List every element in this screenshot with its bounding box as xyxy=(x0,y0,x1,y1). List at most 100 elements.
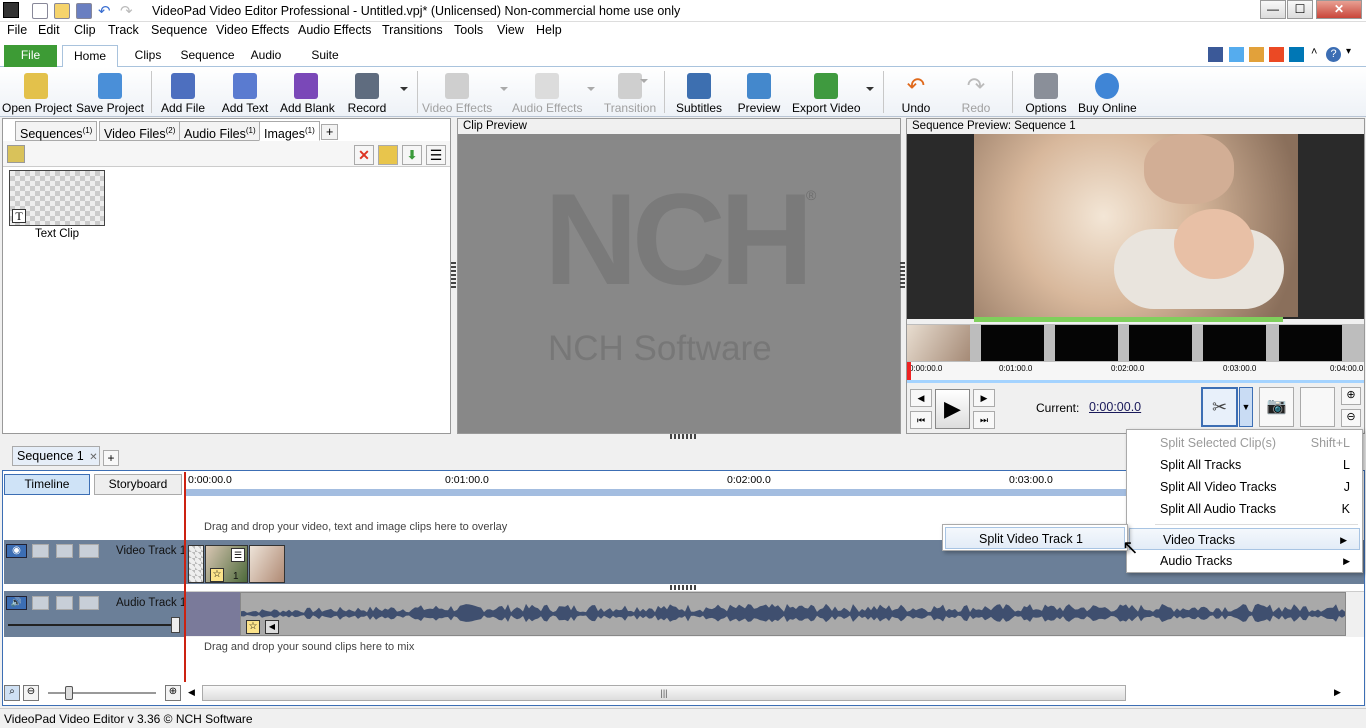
google-icon[interactable] xyxy=(1249,47,1264,62)
transition-button[interactable]: Transition xyxy=(603,67,657,117)
stumbleupon-icon[interactable] xyxy=(1269,47,1284,62)
tab-sequence-1[interactable]: Sequence 1 ✕ xyxy=(12,446,100,466)
audio-volume-handle[interactable] xyxy=(171,617,180,633)
play-button[interactable]: ▶ xyxy=(935,389,970,429)
menu-transitions[interactable]: Transitions xyxy=(382,23,443,37)
vertical-splitter-grip[interactable] xyxy=(900,262,905,288)
menu-item-split-selected[interactable]: Split Selected Clip(s) Shift+L xyxy=(1127,432,1362,454)
bin-new-folder-icon[interactable] xyxy=(378,145,398,165)
audio-clip[interactable]: ☆ ◀ xyxy=(240,592,1346,636)
preview-scrub-bar[interactable] xyxy=(907,380,1364,383)
preview-button[interactable]: Preview xyxy=(736,67,782,117)
bin-delete-icon[interactable]: ✕ xyxy=(354,145,374,165)
menu-item-split-all-video[interactable]: Split All Video Tracks J xyxy=(1127,476,1362,498)
record-button[interactable]: Record xyxy=(344,67,390,117)
horizontal-scrollbar-thumb[interactable]: ||| xyxy=(202,685,1126,701)
zoom-in-preview-icon[interactable]: ⊕ xyxy=(1341,387,1361,405)
add-bin-tab-button[interactable]: + xyxy=(321,124,339,140)
tab-audio-files[interactable]: Audio Files(1) xyxy=(179,121,261,141)
unlink-preview-button[interactable] xyxy=(1300,387,1335,427)
audio-volume-slider[interactable] xyxy=(8,624,178,626)
clip-list-icon[interactable]: ☰ xyxy=(231,548,245,562)
menu-tools[interactable]: Tools xyxy=(454,23,483,37)
tab-video-files[interactable]: Video Files(2) xyxy=(99,121,181,141)
tab-clips[interactable]: Clips xyxy=(128,45,168,67)
undo-icon[interactable]: ↶ xyxy=(98,2,111,20)
add-text-button[interactable]: Add Text xyxy=(218,67,272,117)
go-start-button[interactable]: ⏮ xyxy=(910,411,932,429)
tab-audio[interactable]: Audio xyxy=(246,45,286,67)
collapse-ribbon-icon[interactable]: ˄ xyxy=(1311,46,1317,58)
scroll-left-arrow[interactable]: ◀ xyxy=(188,687,195,698)
close-tab-icon[interactable]: ✕ xyxy=(89,452,97,463)
zoom-in-icon[interactable]: ⊕ xyxy=(165,685,181,701)
add-blank-button[interactable]: Add Blank xyxy=(280,67,335,117)
video-track-collapse-icon[interactable] xyxy=(79,544,99,558)
zoom-out-icon[interactable]: ⊖ xyxy=(23,685,39,701)
menu-view[interactable]: View xyxy=(497,23,524,37)
video-clip-1[interactable]: ☆ ☰ 1 xyxy=(205,545,248,583)
audio-track-effects-icon[interactable] xyxy=(56,596,73,610)
menu-item-audio-tracks[interactable]: Audio Tracks ▶ xyxy=(1127,550,1362,572)
video-clip-text[interactable] xyxy=(188,545,204,583)
track-splitter-grip[interactable] xyxy=(670,585,696,590)
next-frame-button[interactable]: ▶ xyxy=(973,389,995,407)
export-video-dropdown-icon[interactable] xyxy=(866,87,874,91)
open-project-button[interactable]: Open Project xyxy=(2,67,72,117)
menu-audio-effects[interactable]: Audio Effects xyxy=(298,23,371,37)
video-track-lock-icon[interactable] xyxy=(32,544,49,558)
audio-clip-star-icon[interactable]: ☆ xyxy=(246,620,260,634)
menu-track[interactable]: Track xyxy=(108,23,139,37)
video-track-effects-icon[interactable] xyxy=(56,544,73,558)
menu-video-effects[interactable]: Video Effects xyxy=(216,23,289,37)
menu-sequence[interactable]: Sequence xyxy=(151,23,207,37)
app-icon[interactable] xyxy=(3,2,19,18)
menu-item-split-all-audio[interactable]: Split All Audio Tracks K xyxy=(1127,498,1362,520)
record-dropdown-icon[interactable] xyxy=(400,87,408,91)
audio-track-speaker-icon[interactable]: 🔊 xyxy=(6,596,27,610)
clip-star-icon[interactable]: ☆ xyxy=(210,568,224,582)
subtitles-button[interactable]: Subtitles xyxy=(674,67,724,117)
audio-effects-dropdown-icon[interactable] xyxy=(587,87,595,91)
menu-help[interactable]: Help xyxy=(536,23,562,37)
menu-file[interactable]: File xyxy=(7,23,27,37)
snapshot-button[interactable]: 📷 xyxy=(1259,387,1294,427)
go-end-button[interactable]: ⏭ xyxy=(973,411,995,429)
help-dropdown-icon[interactable]: ▾ xyxy=(1346,46,1351,57)
split-dropdown-button[interactable]: ▼ xyxy=(1239,387,1253,427)
current-time[interactable]: 0:00:00.0 xyxy=(1089,400,1141,414)
video-track-eye-icon[interactable]: ◉ xyxy=(6,544,27,558)
export-video-button[interactable]: Export Video xyxy=(792,67,861,117)
open-folder-icon[interactable] xyxy=(54,3,70,19)
zoom-fit-icon[interactable]: ⌕ xyxy=(4,685,20,701)
close-button[interactable]: ✕ xyxy=(1316,0,1362,19)
help-icon[interactable]: ? xyxy=(1326,47,1341,62)
zoom-slider-handle[interactable] xyxy=(65,686,73,700)
audio-effects-button[interactable]: Audio Effects xyxy=(512,67,583,117)
transition-dropdown-icon[interactable] xyxy=(640,79,648,83)
undo-button[interactable]: ↶ Undo xyxy=(896,67,936,117)
tab-suite[interactable]: Suite xyxy=(306,45,344,67)
facebook-icon[interactable] xyxy=(1208,47,1223,62)
bin-list-view-icon[interactable]: ☰ xyxy=(426,145,446,165)
buy-online-button[interactable]: Buy Online xyxy=(1078,67,1137,117)
vertical-splitter-grip[interactable] xyxy=(451,262,456,288)
scroll-right-arrow[interactable]: ▶ xyxy=(1334,687,1341,698)
linkedin-icon[interactable] xyxy=(1289,47,1304,62)
video-effects-button[interactable]: Video Effects xyxy=(422,67,492,117)
redo-icon[interactable]: ↷ xyxy=(120,2,133,20)
menu-item-split-video-track-1[interactable]: Split Video Track 1 xyxy=(945,527,1125,549)
tab-home[interactable]: Home xyxy=(62,45,118,67)
maximize-button[interactable]: ☐ xyxy=(1287,0,1313,19)
menu-edit[interactable]: Edit xyxy=(38,23,60,37)
timeline-playhead[interactable] xyxy=(184,472,186,682)
bin-download-icon[interactable]: ⬇ xyxy=(402,145,422,165)
tab-sequences[interactable]: Sequences(1) xyxy=(15,121,98,141)
timeline-view-button[interactable]: Timeline xyxy=(4,474,90,495)
video-effects-dropdown-icon[interactable] xyxy=(500,87,508,91)
prev-frame-button[interactable]: ◀ xyxy=(910,389,932,407)
tab-sequence[interactable]: Sequence xyxy=(180,45,235,67)
tab-images[interactable]: Images(1) xyxy=(259,121,320,141)
bin-item-text-clip[interactable]: T xyxy=(9,170,105,226)
video-clip-2[interactable] xyxy=(249,545,285,583)
